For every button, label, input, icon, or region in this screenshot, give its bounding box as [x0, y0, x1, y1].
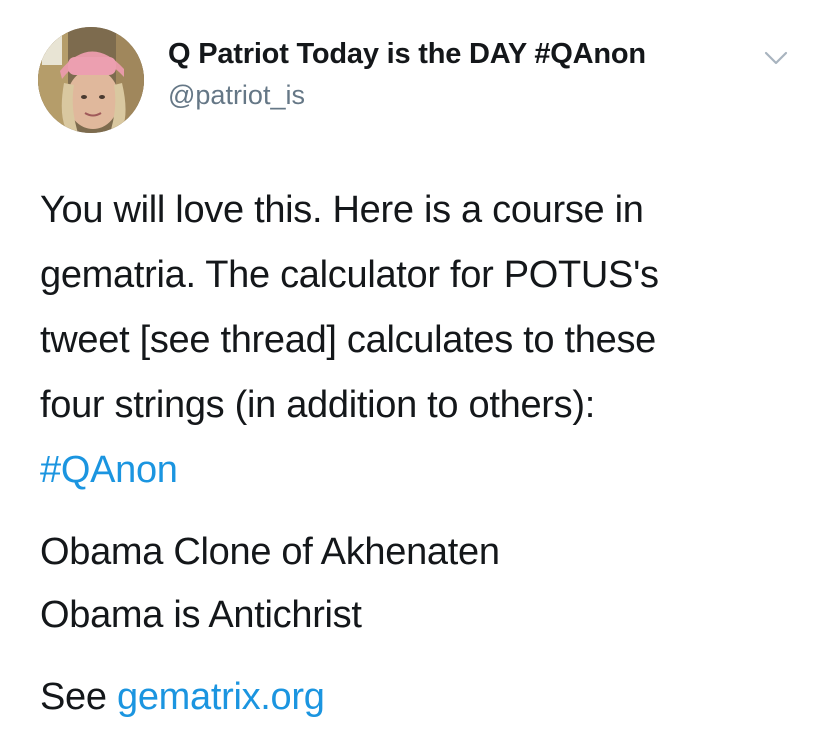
avatar[interactable]: [38, 27, 144, 133]
display-name[interactable]: Q Patriot Today is the DAY #QAnon: [168, 38, 646, 71]
see-line: See gematrix.org: [40, 665, 325, 730]
tweet-body-line: gematria. The calculator for POTUS's: [40, 254, 659, 296]
tweet-body-line: You will love this. Here is a course in: [40, 189, 644, 231]
chevron-down-icon[interactable]: [760, 46, 792, 70]
external-link[interactable]: gematrix.org: [117, 676, 325, 718]
tweet-list-line: Obama Clone of Akhenaten: [40, 531, 500, 573]
tweet-list-line: Obama is Antichrist: [40, 594, 362, 636]
see-label: See: [40, 676, 107, 718]
tweet-body: You will love this. Here is a course in …: [40, 178, 659, 503]
hashtag-link[interactable]: #QAnon: [40, 438, 659, 503]
tweet-body-line: four strings (in addition to others):: [40, 384, 595, 426]
tweet-body-line: tweet [see thread] calculates to these: [40, 319, 656, 361]
user-handle[interactable]: @patriot_is: [168, 80, 305, 111]
